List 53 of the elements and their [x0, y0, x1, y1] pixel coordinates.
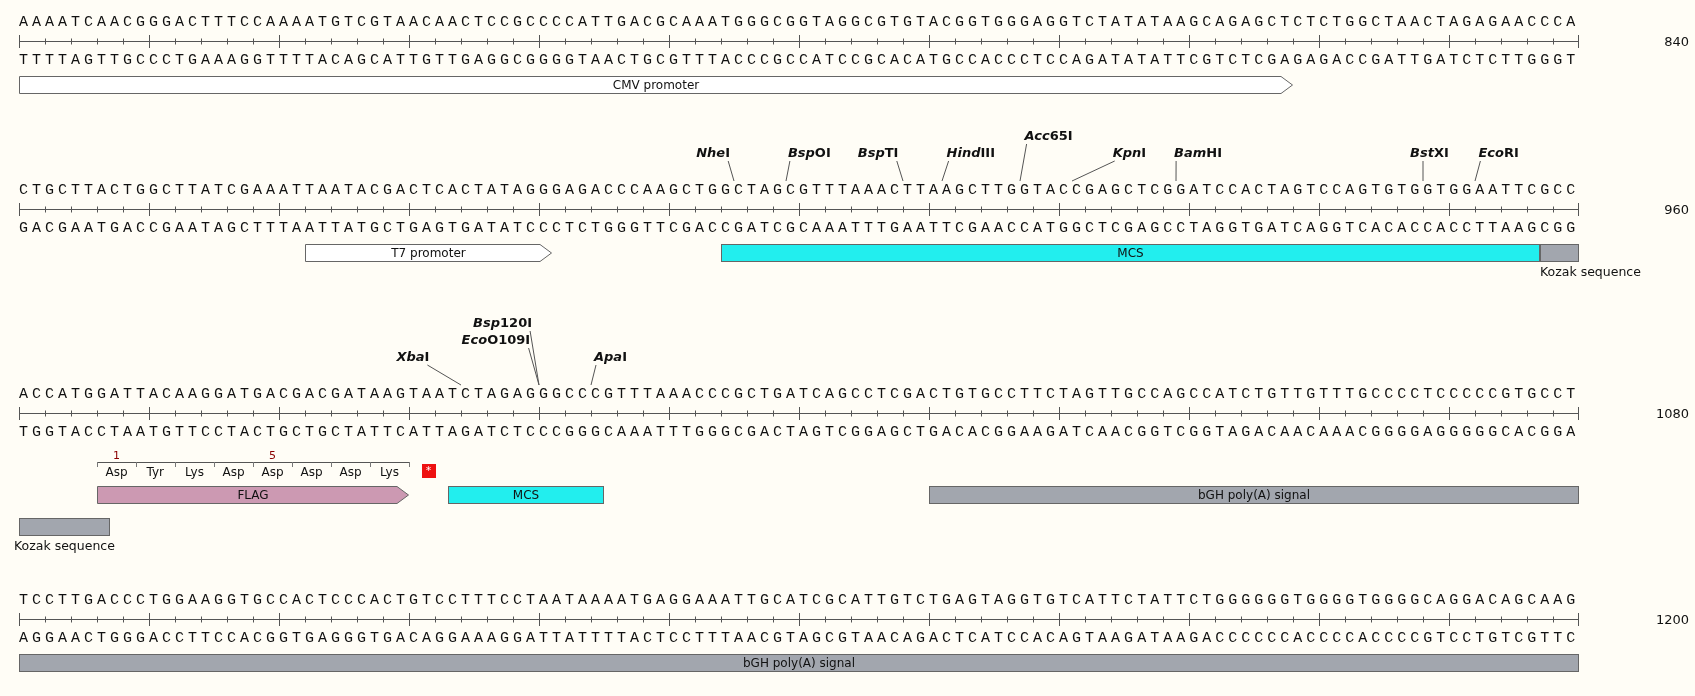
- stop-codon-marker: *: [421, 463, 436, 478]
- top-strand-sequence: TCCTTGACCCTGGAAGGTGCCACTCCCACTGTCCTTTCCTAATAAAATGAGGAAATTGCATCGCATTGTCTGAGTAGGTGTCATTCTATTCTGGGGGGTGGGGTGGGGCAGGACAGCAAG: [19, 590, 1579, 610]
- restriction-site-label: BstXI: [1410, 143, 1449, 161]
- feature-bar: MCS: [721, 243, 1540, 262]
- leader-line: [1422, 160, 1424, 181]
- restriction-site-label: XbaI: [396, 347, 430, 365]
- leader-line: [1175, 160, 1177, 181]
- amino-acid-label: Asp: [222, 464, 245, 479]
- bottom-strand-sequence: GACGAATGACCGAATAGCTTTAATTATGCTGAGTGATATCCCTCTGGGTTCGACCGATCGCAAATTTGAATTCGAACCATGGCTCGAGCCTAGGTGATCAGGTCACACCACCTTAAGCGG: [19, 218, 1579, 238]
- restriction-site-label: EcoRI: [1478, 143, 1519, 161]
- leader-line: [896, 160, 904, 181]
- leader-line: [426, 364, 462, 385]
- top-strand-sequence: AAAATCAACGGGACTTTCCAAAATGTCGTAACAACTCCGCCCCATTGACGCAAATGGGCGGTAGGCGTGTACGGTGGGAGGTCTATATAAGCAGAGCTCTCTGGCTAACTAGAGAACCCA: [19, 12, 1579, 32]
- restriction-site-label: KpnI: [1112, 143, 1147, 161]
- feature-label: Kozak sequence: [14, 536, 115, 555]
- amino-acid-label: Asp: [261, 464, 284, 479]
- amino-acid-label: Asp: [339, 464, 362, 479]
- amino-acid-label: Lys: [380, 464, 399, 479]
- restriction-site-label: Acc65I: [1024, 126, 1073, 144]
- leader-line: [1019, 143, 1028, 181]
- restriction-site-label: Bsp120I: [473, 313, 533, 331]
- base-position-number: 840: [1664, 33, 1689, 49]
- feature-bar: bGH poly(A) signal: [929, 485, 1579, 504]
- feature-label: Kozak sequence: [1540, 262, 1641, 281]
- leader-line: [785, 160, 791, 181]
- bottom-strand-sequence: TTTTAGTTGCCCTGAAAGGTTTTACAGCATTGTTGAGGCGGGGTAACTGCGTTTACCCGCCATCCGCACATGCCACCCTCCAGATATATTCGTCTCGAGAGACCGATTGATCTCTTGGGT: [19, 50, 1579, 70]
- leader-line: [941, 160, 950, 181]
- restriction-site-label: NheI: [696, 143, 730, 161]
- top-strand-sequence: ACCATGGATTACAAGGATGACGACGATAAGTAATCTAGAGGGCCCGTTTAAACCCGCTGATCAGCCTCGACTGTGCCTTCTAGTTGCCAGCCATCTGTTGTTTGCCCCTCCCCCGTGCCT: [19, 384, 1579, 404]
- leader-line: [1474, 160, 1481, 181]
- leader-line: [590, 364, 597, 385]
- leader-line: [1071, 160, 1116, 181]
- bottom-strand-sequence: TGGTACCTAATGTTCCTACTGCTGCTATTCATTAGATCTCCCGGGCAAATTTGGGCGACTAGTCGGAGCTGACACGGAAGATCAACGGTCGGTAGACAACAAACGGGGAGGGGGCACGGA: [19, 422, 1579, 442]
- amino-acid-label: Asp: [105, 464, 128, 479]
- restriction-site-label: HindIII: [946, 143, 995, 161]
- amino-acid-label: Tyr: [146, 464, 164, 479]
- restriction-site-label: EcoO109I: [461, 330, 531, 348]
- restriction-site-label: BamHI: [1174, 143, 1223, 161]
- base-position-number: 1080: [1655, 405, 1689, 421]
- restriction-site-label: BspTI: [857, 143, 899, 161]
- amino-acid-label: Asp: [300, 464, 323, 479]
- residue-number: 1: [113, 449, 120, 462]
- restriction-site-label: BspOI: [787, 143, 831, 161]
- top-strand-sequence: CTGCTTACTGGCTTATCGAAATTAATACGACTCACTATAGGGAGACCCAAGCTGGCTAGCGTTTAAACTTAAGCTTGGTACCGAGCTCGGATCCACTAGTCCAGTGTGGTGGAATTCGCC: [19, 180, 1579, 200]
- feature-bar: bGH poly(A) signal: [19, 653, 1579, 672]
- bottom-strand-sequence: AGGAACTGGGACCTTCCACGGTGAGGGTGACAGGAAAGGATTATTTTACTCCTTTAACGTAGCGTAACAGACTCATCCACAGTAAGATAAGACCCCCCACCCCACCCCGTCCTGTCGTTC: [19, 628, 1579, 648]
- base-position-number: 960: [1664, 201, 1689, 217]
- restriction-site-label: ApaI: [594, 347, 627, 365]
- feature-bar: MCS: [448, 485, 604, 504]
- leader-line: [727, 160, 735, 181]
- base-position-number: 1200: [1655, 611, 1689, 627]
- amino-acid-label: Lys: [185, 464, 204, 479]
- residue-number: 5: [269, 449, 276, 462]
